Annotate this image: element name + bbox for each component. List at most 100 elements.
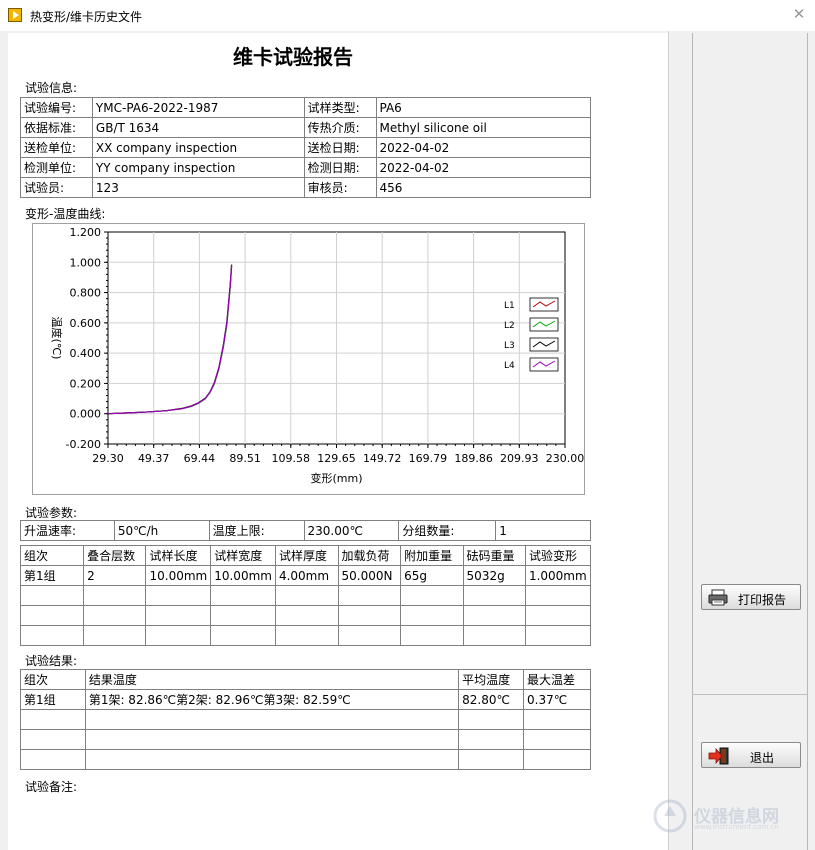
table-cell: 检测日期:	[303, 157, 377, 178]
y-tick-label: 0.600	[70, 317, 102, 330]
x-tick-label: 69.44	[184, 452, 216, 465]
table-cell	[19, 585, 85, 606]
table-cell: PA6	[375, 97, 591, 118]
test-info-table: 试验编号: YMC-PA6-2022-1987 试样类型: PA6 依据标准: GB/T …	[20, 97, 591, 198]
table-row	[19, 625, 592, 646]
table-cell: 2022-04-02	[375, 157, 591, 178]
close-icon[interactable]: ✕	[791, 6, 807, 22]
table-row	[19, 585, 592, 606]
window-title: 热变形/维卡历史文件	[30, 10, 143, 24]
table-cell: 10.00mm	[210, 565, 276, 586]
table-cell: 附加重量	[400, 545, 464, 566]
table-cell	[19, 605, 85, 626]
table-cell	[462, 605, 526, 626]
table-cell	[274, 605, 339, 626]
info-row: 依据标准: GB/T 1634 传热介质: Methyl silicone oil	[20, 117, 591, 138]
info-row: 试验编号: YMC-PA6-2022-1987 试样类型: PA6	[20, 97, 591, 118]
report-title: 维卡试验报告	[233, 45, 353, 69]
table-cell: 0.37℃	[523, 689, 591, 710]
table-cell	[337, 625, 402, 646]
test-info-label: 试验信息:	[25, 81, 78, 95]
table-cell	[145, 585, 212, 606]
table-cell: 升温速率:	[20, 520, 115, 541]
deformation-temperature-chart: 29.30 49.37 69.44 89.51 109.58 129.65 149.72 16…	[32, 223, 585, 495]
table-cell: 组次	[20, 669, 86, 690]
table-cell: 组次	[19, 545, 85, 566]
table-row	[19, 605, 592, 626]
table-cell	[274, 585, 339, 606]
side-panel	[692, 33, 808, 850]
table-cell	[523, 709, 591, 730]
watermark-url: www.instrument.com.cn	[694, 823, 779, 831]
watermark-logo-icon	[653, 799, 687, 833]
y-tick-label: 0.000	[70, 408, 102, 421]
table-cell: 试样类型:	[303, 97, 377, 118]
table-cell: 试验员:	[20, 177, 93, 198]
table-cell	[83, 625, 147, 646]
exit-door-icon	[708, 747, 729, 765]
table-cell: 审核员:	[303, 177, 377, 198]
table-cell: YMC-PA6-2022-1987	[91, 97, 305, 118]
table-cell: 送检单位:	[20, 137, 93, 158]
test-params-table: 升温速率: 50℃/h 温度上限: 230.00℃ 分组数量: 1	[20, 520, 591, 541]
y-tick-label: 0.800	[70, 287, 102, 300]
watermark: 仪器信息网 www.instrument.com.cn	[650, 796, 810, 836]
info-row: 检测单位: YY company inspection 检测日期: 2022-04-0…	[20, 157, 591, 178]
print-report-button[interactable]: 打印报告	[701, 584, 801, 610]
table-cell: 82.80℃	[458, 689, 525, 710]
table-cell	[84, 709, 460, 730]
table-cell	[462, 585, 526, 606]
table-cell: GB/T 1634	[91, 117, 305, 138]
table-cell: 50.000N	[337, 565, 402, 586]
table-cell: 5032g	[462, 565, 526, 586]
table-cell: 2022-04-02	[375, 137, 591, 158]
info-row: 送检单位: XX company inspection 送检日期: 2022-04-0…	[20, 137, 591, 158]
table-row: 第1组 第1架: 82.86℃第2架: 82.96℃第3架: 82.59℃ 82.8…	[20, 689, 591, 710]
table-cell	[458, 709, 525, 730]
table-cell: 结果温度	[84, 669, 460, 690]
table-cell	[524, 625, 592, 646]
table-cell: 分组数量:	[398, 520, 497, 541]
table-row: 第1组 2 10.00mm 10.00mm 4.00mm 50.000N 65g 5032g 1…	[19, 565, 592, 586]
table-cell: 230.00℃	[303, 520, 400, 541]
table-cell	[400, 585, 464, 606]
table-cell	[83, 605, 147, 626]
table-cell	[145, 605, 212, 626]
y-tick-label: 1.000	[70, 256, 102, 269]
curve-label: 变形-温度曲线:	[25, 207, 106, 221]
table-cell	[337, 605, 402, 626]
exit-button[interactable]: 退出	[701, 742, 801, 768]
info-row: 试验员: 123 审核员: 456	[20, 177, 591, 198]
table-cell: 第1组	[19, 565, 85, 586]
table-cell: YY company inspection	[91, 157, 305, 178]
x-tick-label: 169.79	[409, 452, 448, 465]
table-cell	[462, 625, 526, 646]
table-cell	[400, 625, 464, 646]
scrollbar-track[interactable]	[668, 31, 692, 850]
result-header-row: 组次 结果温度 平均温度 最大温差	[20, 669, 591, 690]
table-cell: 1.000mm	[524, 565, 592, 586]
chart-svg: 29.30 49.37 69.44 89.51 109.58 129.65 149.72 16…	[50, 226, 584, 485]
table-cell: 456	[375, 177, 591, 198]
y-axis-label: 温度(℃)	[50, 317, 64, 360]
table-cell	[145, 625, 212, 646]
table-cell: 平均温度	[458, 669, 525, 690]
table-cell: 10.00mm	[145, 565, 212, 586]
table-cell: 试样长度	[145, 545, 212, 566]
x-tick-label: 209.93	[500, 452, 539, 465]
group-table: 组次 叠合层数 试样长度 试样宽度 试样厚度 加载负荷 附加重量 砝码重量 试验变形 第1组 2 1…	[19, 545, 592, 646]
table-cell	[20, 729, 86, 750]
table-cell: 第1架: 82.86℃第2架: 82.96℃第3架: 82.59℃	[84, 689, 460, 710]
table-cell	[19, 625, 85, 646]
legend-label: L1	[504, 301, 515, 311]
table-cell	[210, 585, 276, 606]
table-cell: 123	[91, 177, 305, 198]
table-cell: 4.00mm	[274, 565, 339, 586]
table-row	[20, 729, 591, 750]
x-axis-label: 变形(mm)	[310, 471, 362, 485]
test-params-label: 试验参数:	[25, 506, 78, 520]
remarks-label: 试验备注:	[25, 780, 78, 794]
table-cell: 试验变形	[524, 545, 592, 566]
legend-label: L2	[504, 321, 515, 331]
legend-label: L3	[504, 341, 515, 351]
